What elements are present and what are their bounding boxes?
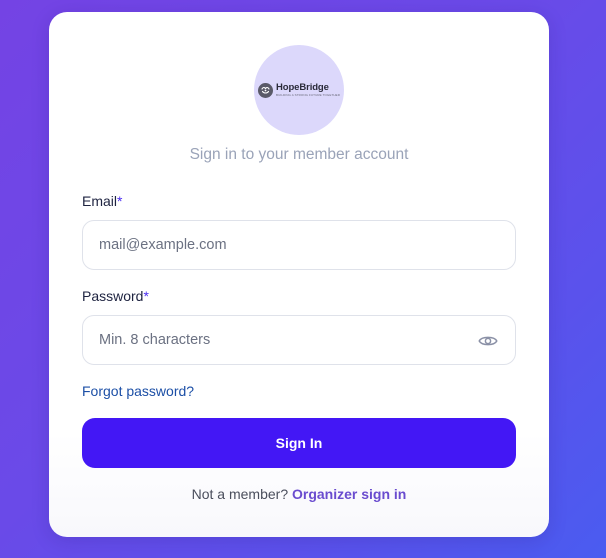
brand-tagline: BUILDING A STRONG FUTURE TOGETHER xyxy=(275,93,341,98)
page-subtitle: Sign in to your member account xyxy=(189,146,409,163)
eye-icon[interactable] xyxy=(478,332,498,350)
password-label-text: Password xyxy=(82,288,144,304)
hopebridge-logo-glyph xyxy=(261,86,270,94)
eye-icon-glyph xyxy=(478,336,498,346)
email-required-marker: * xyxy=(117,193,123,209)
brand-name: HopeBridge xyxy=(275,81,329,93)
email-field[interactable] xyxy=(83,221,515,269)
sign-in-button[interactable]: Sign In xyxy=(82,418,516,468)
password-label: Password* xyxy=(82,288,149,304)
organizer-sign-in-link[interactable]: Organizer sign in xyxy=(292,486,406,502)
not-member-text: Not a member? xyxy=(191,486,289,502)
signup-prompt: Not a member? Organizer sign in xyxy=(49,486,549,502)
forgot-password-link[interactable]: Forgot password? xyxy=(82,383,194,399)
hopebridge-logo-icon xyxy=(257,82,273,98)
email-label-text: Email xyxy=(82,193,118,209)
brand-logo-lockup: HopeBridge BUILDING A STRONG FUTURE TOGE… xyxy=(257,82,340,98)
password-required-marker: * xyxy=(143,288,149,304)
password-field[interactable] xyxy=(83,316,515,364)
brand-text: HopeBridge BUILDING A STRONG FUTURE TOGE… xyxy=(276,83,340,98)
login-card: HopeBridge BUILDING A STRONG FUTURE TOGE… xyxy=(49,12,549,537)
password-field-wrapper xyxy=(82,315,516,365)
email-field-wrapper xyxy=(82,220,516,270)
brand-logo: HopeBridge BUILDING A STRONG FUTURE TOGE… xyxy=(254,45,344,135)
email-label: Email* xyxy=(82,193,122,209)
